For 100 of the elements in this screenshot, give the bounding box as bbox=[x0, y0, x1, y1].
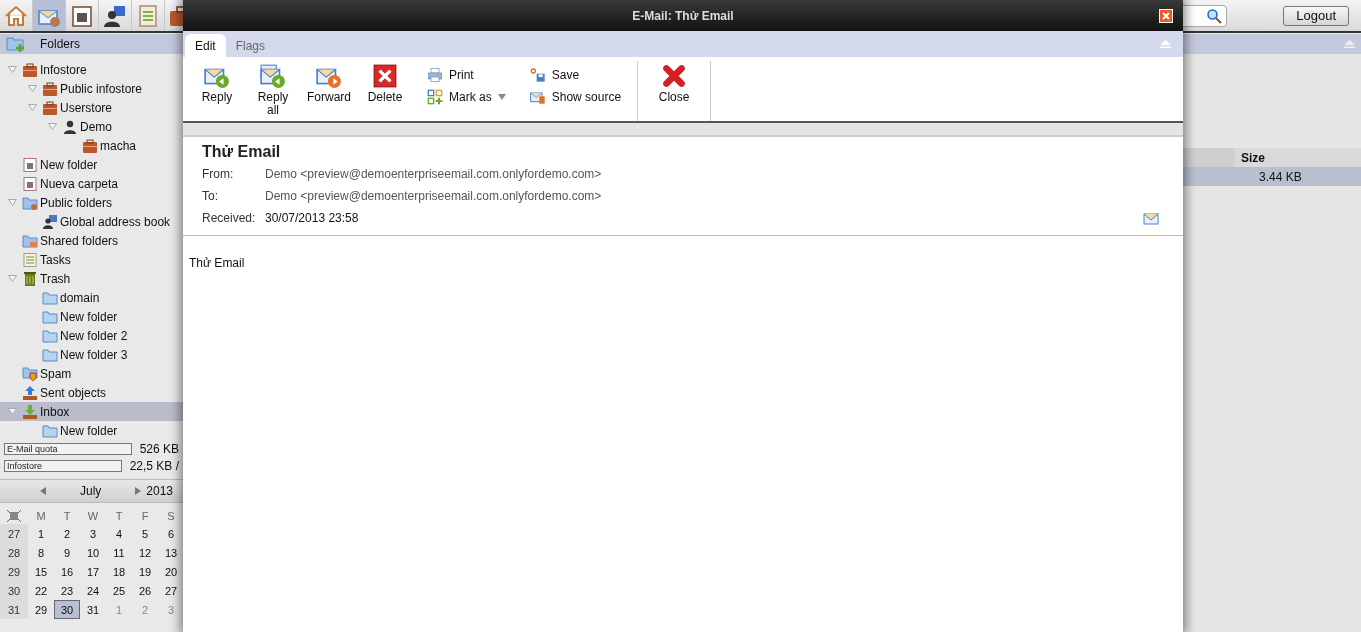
calendar-day[interactable]: 1 bbox=[28, 524, 54, 543]
folder-row[interactable]: Global address book bbox=[0, 212, 183, 231]
calendar-day[interactable]: 24 bbox=[80, 581, 106, 600]
calendar-day[interactable]: 29 bbox=[28, 600, 54, 619]
folder-row[interactable]: domain bbox=[0, 288, 183, 307]
previous-month-icon[interactable] bbox=[40, 487, 46, 495]
folder-icon bbox=[42, 422, 58, 439]
folder-row[interactable]: New folder bbox=[0, 307, 183, 326]
folder-row[interactable]: Spam bbox=[0, 364, 183, 383]
quota-value: 526 KB bbox=[139, 441, 179, 456]
folder-row[interactable]: New folder bbox=[0, 155, 183, 174]
calendar-day[interactable]: 10 bbox=[80, 543, 106, 562]
briefcase-icon bbox=[22, 61, 38, 78]
folder-row[interactable]: New folder 3 bbox=[0, 345, 183, 364]
tab[interactable]: Flags bbox=[225, 34, 276, 57]
calendar-day[interactable]: 5 bbox=[132, 524, 158, 543]
calendar-day[interactable]: 6 bbox=[158, 524, 184, 543]
toolbar-button[interactable]: Save bbox=[529, 66, 622, 84]
search-icon[interactable] bbox=[1206, 7, 1223, 24]
calendar-day[interactable]: 27 bbox=[158, 581, 184, 600]
folder-row[interactable]: Nueva carpeta bbox=[0, 174, 183, 193]
folder-row[interactable]: Infostore bbox=[0, 60, 183, 79]
folder-icon bbox=[42, 346, 58, 363]
folder-icon bbox=[42, 308, 58, 325]
tab[interactable]: Edit bbox=[185, 34, 226, 57]
expand-icon[interactable] bbox=[6, 508, 22, 523]
calendar-day[interactable]: 9 bbox=[54, 543, 80, 562]
folder-row[interactable]: Sent objects bbox=[0, 383, 183, 402]
month-label[interactable]: July bbox=[80, 484, 102, 498]
collapse-triangle-icon[interactable] bbox=[7, 408, 17, 415]
calendar-day[interactable]: 12 bbox=[132, 543, 158, 562]
next-month-icon[interactable] bbox=[135, 487, 142, 495]
toolbar-button[interactable]: Mark as bbox=[427, 88, 506, 106]
weekday-label: T bbox=[62, 508, 72, 524]
folder-name: New folder 2 bbox=[60, 328, 128, 343]
folder-plus-icon[interactable] bbox=[6, 36, 26, 52]
shared-folder-icon bbox=[22, 232, 38, 249]
calendar-day[interactable]: 26 bbox=[132, 581, 158, 600]
calendar-day[interactable]: 15 bbox=[28, 562, 54, 581]
calendar-day[interactable]: 19 bbox=[132, 562, 158, 581]
folder-icon bbox=[22, 194, 38, 211]
calendar-day[interactable]: 18 bbox=[106, 562, 132, 581]
toolbar-button[interactable]: Close bbox=[648, 61, 701, 106]
folder-row[interactable]: Public folders bbox=[0, 193, 183, 212]
calendar-day[interactable]: 4 bbox=[106, 524, 132, 543]
folder-row[interactable]: Trash bbox=[0, 269, 183, 288]
calendar-day[interactable]: 23 bbox=[54, 581, 80, 600]
folder-row[interactable]: Inbox bbox=[0, 402, 183, 421]
folder-name: Userstore bbox=[60, 100, 112, 115]
folder-row[interactable]: macha bbox=[0, 136, 183, 155]
briefcase-icon bbox=[42, 80, 58, 97]
folder-icon bbox=[42, 289, 58, 306]
folder-row[interactable]: Shared folders bbox=[0, 231, 183, 250]
calendar-day[interactable]: 16 bbox=[54, 562, 80, 581]
toolbar-button[interactable]: Print bbox=[427, 66, 506, 84]
week-number: 31 bbox=[0, 600, 28, 619]
calendar-day[interactable]: 2 bbox=[54, 524, 80, 543]
envelope-icon[interactable] bbox=[1143, 211, 1159, 225]
calendar-day[interactable]: 30 bbox=[54, 600, 80, 619]
calendar-day[interactable]: 31 bbox=[80, 600, 106, 619]
folder-row[interactable]: Userstore bbox=[0, 98, 183, 117]
folder-row[interactable]: New folder bbox=[0, 421, 183, 440]
toolbar-button[interactable]: Delete bbox=[359, 61, 411, 106]
calendar-day[interactable]: 25 bbox=[106, 581, 132, 600]
year-label[interactable]: 2013 bbox=[146, 484, 174, 498]
calendar-day[interactable]: 22 bbox=[28, 581, 54, 600]
collapse-triangle-icon[interactable] bbox=[7, 275, 17, 282]
toolbar-button[interactable]: Reply all bbox=[247, 61, 299, 119]
window-title: E-Mail: Thử Email bbox=[632, 8, 734, 23]
folder-row[interactable]: Public infostore bbox=[0, 79, 183, 98]
week-number: 28 bbox=[0, 543, 28, 562]
folder-row[interactable]: Tasks bbox=[0, 250, 183, 269]
collapse-triangle-icon[interactable] bbox=[7, 66, 17, 73]
calendar-day[interactable]: 20 bbox=[158, 562, 184, 581]
folder-name: Infostore bbox=[40, 62, 87, 77]
calendar-day[interactable]: 8 bbox=[28, 543, 54, 562]
calendar-day[interactable]: 3 bbox=[80, 524, 106, 543]
folder-name: domain bbox=[60, 290, 100, 305]
person-icon bbox=[62, 118, 78, 135]
logout-button[interactable]: Logout bbox=[1283, 5, 1349, 26]
envelopes-arrow-icon bbox=[260, 63, 286, 89]
collapse-triangle-icon[interactable] bbox=[27, 85, 37, 92]
collapse-triangle-icon[interactable] bbox=[7, 199, 17, 206]
collapse-triangle-icon[interactable] bbox=[27, 104, 37, 111]
briefcase-icon bbox=[82, 137, 98, 154]
folder-row[interactable]: New folder 2 bbox=[0, 326, 183, 345]
collapse-triangle-icon[interactable] bbox=[47, 123, 57, 130]
column-header[interactable]: Size bbox=[1235, 148, 1361, 167]
toolbar-button[interactable]: Show source bbox=[529, 88, 622, 106]
folder-name: Global address book bbox=[60, 214, 171, 229]
folder-icon bbox=[42, 327, 58, 344]
calendar-day[interactable]: 13 bbox=[158, 543, 184, 562]
toolbar-button[interactable]: Reply bbox=[191, 61, 243, 106]
folder-row[interactable]: Demo bbox=[0, 117, 183, 136]
calendar-day[interactable]: 17 bbox=[80, 562, 106, 581]
toolbar-button[interactable]: Forward bbox=[303, 61, 355, 106]
tray-down-arrow-icon bbox=[22, 403, 38, 420]
calendar-day[interactable]: 11 bbox=[106, 543, 132, 562]
folders-title: Folders bbox=[40, 37, 80, 51]
tray-up-arrow-icon bbox=[22, 384, 38, 401]
